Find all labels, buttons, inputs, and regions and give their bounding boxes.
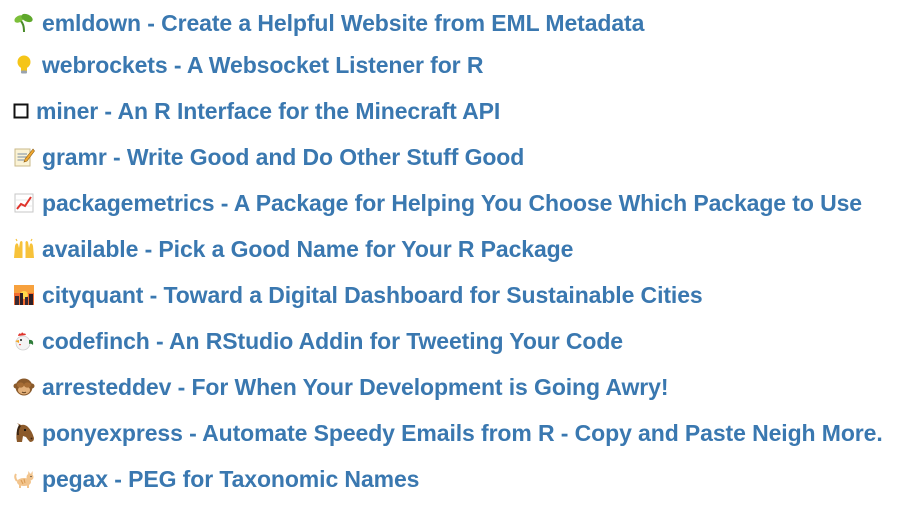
package-link-arresteddev[interactable]: arresteddev - For When Your Development … bbox=[42, 374, 668, 401]
package-link-codefinch[interactable]: codefinch - An RStudio Addin for Tweetin… bbox=[42, 328, 623, 355]
package-link-cityquant[interactable]: cityquant - Toward a Digital Dashboard f… bbox=[42, 282, 703, 309]
cat-icon bbox=[12, 467, 36, 491]
list-item: arresteddev - For When Your Development … bbox=[12, 364, 883, 410]
list-item: available - Pick a Good Name for Your R … bbox=[12, 226, 883, 272]
name-separator: - bbox=[167, 51, 187, 78]
package-link-emldown[interactable]: emldown - Create a Helpful Website from … bbox=[42, 10, 644, 37]
raising-hands-icon bbox=[12, 237, 36, 261]
package-description: A Package for Helping You Choose Which P… bbox=[233, 189, 862, 216]
list-item: gramr - Write Good and Do Other Stuff Go… bbox=[12, 134, 883, 180]
package-link-pegax[interactable]: pegax - PEG for Taxonomic Names bbox=[42, 466, 419, 493]
package-description: Create a Helpful Website from EML Metada… bbox=[161, 9, 645, 36]
package-name: arresteddev bbox=[42, 373, 172, 400]
package-description: Pick a Good Name for Your R Package bbox=[158, 235, 574, 262]
package-link-webrockets[interactable]: webrockets - A Websocket Listener for R bbox=[42, 52, 483, 79]
name-separator: - bbox=[138, 235, 159, 262]
package-description: Write Good and Do Other Stuff Good bbox=[126, 143, 525, 170]
package-description: For When Your Development is Going Awry! bbox=[191, 373, 669, 400]
package-name: pegax bbox=[42, 465, 108, 492]
rooster-icon bbox=[12, 329, 36, 353]
package-description: PEG for Taxonomic Names bbox=[128, 465, 420, 492]
package-name: gramr bbox=[42, 143, 107, 170]
package-description: An R Interface for the Minecraft API bbox=[117, 97, 501, 124]
package-description: A Websocket Listener for R bbox=[186, 51, 484, 78]
name-separator: - bbox=[171, 373, 192, 400]
name-separator: - bbox=[143, 281, 164, 308]
name-separator: - bbox=[140, 9, 162, 36]
package-name: webrockets bbox=[42, 51, 168, 78]
package-name: miner bbox=[36, 97, 99, 124]
name-separator: - bbox=[107, 465, 129, 492]
name-separator: - bbox=[98, 97, 118, 124]
white-square-icon bbox=[12, 99, 30, 123]
package-description: Toward a Digital Dashboard for Sustainab… bbox=[163, 281, 703, 308]
package-name: available bbox=[42, 235, 139, 262]
name-separator: - bbox=[214, 189, 234, 216]
list-item: webrockets - A Websocket Listener for R bbox=[12, 42, 883, 88]
seedling-icon bbox=[12, 11, 36, 35]
list-item: packagemetrics - A Package for Helping Y… bbox=[12, 180, 883, 226]
package-link-ponyexpress[interactable]: ponyexpress - Automate Speedy Emails fro… bbox=[42, 420, 883, 447]
package-description: An RStudio Addin for Tweeting Your Code bbox=[169, 327, 623, 354]
lightbulb-icon bbox=[12, 53, 36, 77]
package-name: ponyexpress bbox=[42, 419, 183, 446]
name-separator: - bbox=[149, 327, 170, 354]
package-name: cityquant bbox=[42, 281, 144, 308]
package-name: emldown bbox=[42, 9, 141, 36]
chart-increasing-icon bbox=[12, 191, 36, 215]
package-name: packagemetrics bbox=[42, 189, 215, 216]
sunset-city-icon bbox=[12, 283, 36, 307]
package-link-gramr[interactable]: gramr - Write Good and Do Other Stuff Go… bbox=[42, 144, 524, 171]
package-link-available[interactable]: available - Pick a Good Name for Your R … bbox=[42, 236, 573, 263]
see-no-evil-monkey-icon bbox=[12, 375, 36, 399]
horse-face-icon bbox=[12, 421, 36, 445]
package-link-miner[interactable]: miner - An R Interface for the Minecraft… bbox=[36, 98, 500, 125]
list-item: cityquant - Toward a Digital Dashboard f… bbox=[12, 272, 883, 318]
package-list: emldown - Create a Helpful Website from … bbox=[12, 4, 883, 502]
list-item: miner - An R Interface for the Minecraft… bbox=[12, 88, 883, 134]
package-link-packagemetrics[interactable]: packagemetrics - A Package for Helping Y… bbox=[42, 190, 862, 217]
package-description: Automate Speedy Emails from R - Copy and… bbox=[202, 419, 883, 446]
package-name: codefinch bbox=[42, 327, 150, 354]
list-item: pegax - PEG for Taxonomic Names bbox=[12, 456, 883, 502]
list-item: emldown - Create a Helpful Website from … bbox=[12, 4, 883, 42]
list-item: codefinch - An RStudio Addin for Tweetin… bbox=[12, 318, 883, 364]
memo-icon bbox=[12, 145, 36, 169]
name-separator: - bbox=[182, 419, 203, 446]
name-separator: - bbox=[106, 143, 127, 170]
list-item: ponyexpress - Automate Speedy Emails fro… bbox=[12, 410, 883, 456]
